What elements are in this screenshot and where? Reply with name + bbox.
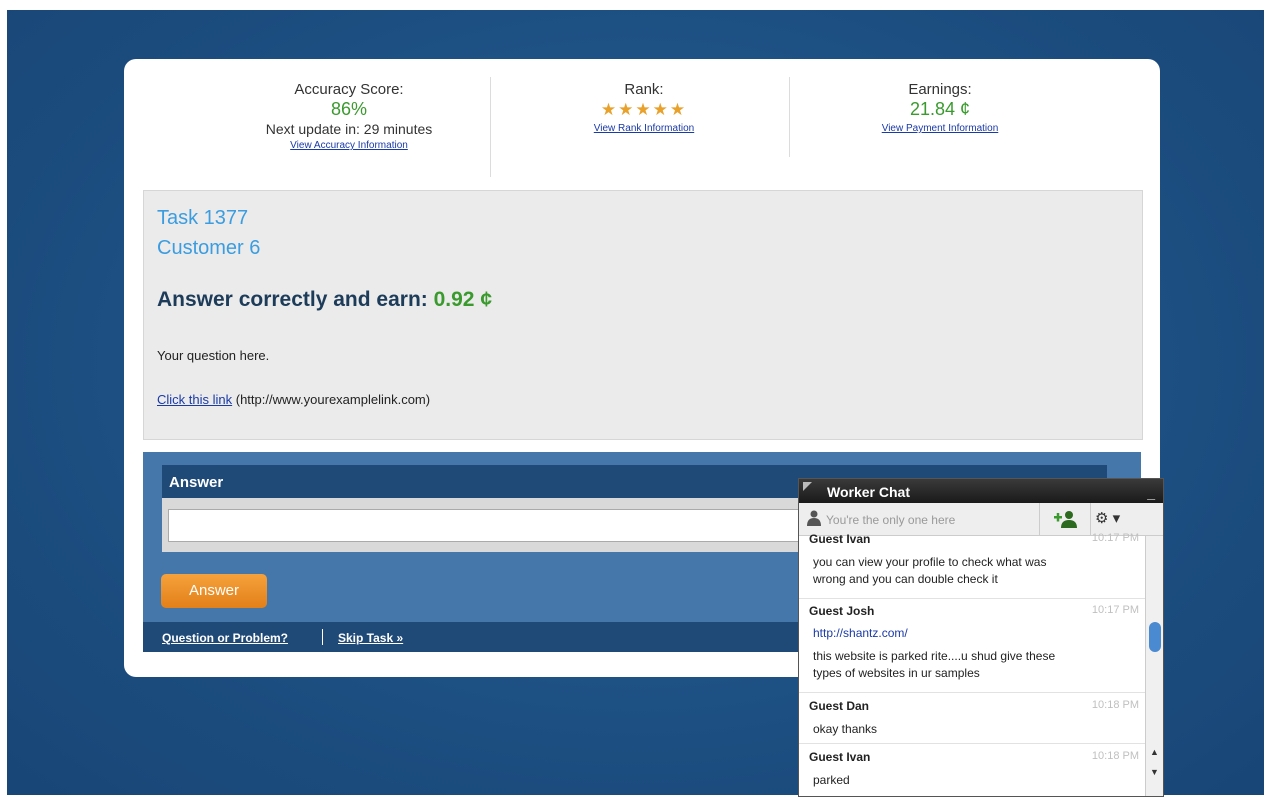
person-icon: [807, 510, 821, 526]
message-text-line: okay thanks: [813, 722, 878, 736]
rank-stat: Rank: ★★★★★ View Rank Information: [544, 81, 744, 134]
accuracy-label: Accuracy Score:: [294, 81, 404, 98]
earn-amount: 0.92 ¢: [433, 288, 492, 311]
message-text-line: types of websites in ur samples: [813, 666, 980, 680]
rank-stars-icon: ★★★★★: [600, 100, 688, 119]
stats-divider: [490, 77, 491, 177]
view-rank-link[interactable]: View Rank Information: [544, 123, 744, 134]
scroll-down-icon[interactable]: ▼: [1150, 767, 1159, 777]
earn-heading: Answer correctly and earn: 0.92 ¢: [157, 288, 492, 312]
message-author: Guest Josh: [809, 604, 875, 618]
accuracy-stat: Accuracy Score: 86% Next update in: 29 m…: [224, 81, 474, 151]
task-link[interactable]: Click this link: [157, 392, 232, 407]
message-author: Guest Dan: [809, 699, 870, 713]
answer-button[interactable]: Answer: [161, 574, 267, 608]
question-text: Your question here.: [157, 348, 270, 363]
task-panel: Task 1377 Customer 6 Answer correctly an…: [143, 190, 1143, 440]
message-time: 10:17 PM: [1091, 604, 1139, 616]
worker-chat-window: Worker Chat _ You're the only one here ⚙…: [798, 478, 1164, 797]
chat-message: Guest Ivan 10:17 PM you can view your pr…: [799, 532, 1145, 599]
message-author: Guest Ivan: [809, 532, 871, 546]
settings-gear-icon[interactable]: ⚙ ▾: [1095, 509, 1120, 527]
rank-label: Rank:: [624, 81, 664, 98]
scroll-up-icon[interactable]: ▲: [1150, 747, 1159, 757]
resize-corner-icon[interactable]: [803, 482, 812, 491]
skip-task-link[interactable]: Skip Task »: [338, 631, 403, 645]
chat-title: Worker Chat: [827, 484, 910, 500]
message-text-line: you can view your profile to check what …: [813, 555, 1047, 569]
chat-message-list: Guest Ivan 10:17 PM you can view your pr…: [799, 532, 1145, 796]
minimize-button[interactable]: _: [1147, 485, 1155, 501]
view-accuracy-link[interactable]: View Accuracy Information: [224, 140, 474, 151]
view-payment-link[interactable]: View Payment Information: [840, 123, 1040, 134]
chat-scrollbar[interactable]: ▲ ▼: [1145, 536, 1163, 796]
accuracy-value: 86%: [330, 99, 368, 119]
earnings-stat: Earnings: 21.84 ¢ View Payment Informati…: [840, 81, 1040, 134]
question-problem-link[interactable]: Question or Problem?: [162, 631, 288, 645]
scrollbar-thumb[interactable]: [1149, 622, 1161, 652]
earnings-label: Earnings:: [908, 81, 972, 98]
message-time: 10:18 PM: [1091, 750, 1139, 762]
message-time: 10:17 PM: [1091, 532, 1139, 544]
stats-bar: Accuracy Score: 86% Next update in: 29 m…: [124, 59, 1160, 189]
next-update-text: Next update in: 29 minutes: [265, 121, 433, 137]
earn-label: Answer correctly and earn:: [157, 288, 428, 311]
chat-presence-text: You're the only one here: [826, 513, 956, 527]
message-author: Guest Ivan: [809, 750, 871, 764]
footer-separator: [322, 629, 323, 645]
message-text-line: parked: [813, 773, 850, 787]
add-user-button[interactable]: [1039, 503, 1091, 535]
add-user-icon: [1054, 511, 1077, 528]
task-link-url: (http://www.yourexamplelink.com): [235, 392, 431, 407]
stats-divider: [789, 77, 790, 157]
message-time: 10:18 PM: [1091, 699, 1139, 711]
chat-message: Guest Dan 10:18 PM okay thanks: [799, 699, 1145, 744]
answer-header-label: Answer: [169, 474, 224, 491]
task-title: Task 1377: [157, 207, 249, 229]
customer-name: Customer 6: [157, 237, 261, 259]
chat-message: Guest Josh 10:17 PM http://shantz.com/ t…: [799, 604, 1145, 693]
earnings-value: 21.84 ¢: [909, 99, 971, 119]
chat-message: Guest Ivan 10:18 PM parked: [799, 750, 1145, 796]
chat-titlebar[interactable]: Worker Chat _: [799, 479, 1163, 503]
task-link-row: Click this link (http://www.yourexamplel…: [157, 392, 430, 407]
message-link[interactable]: http://shantz.com/: [813, 626, 908, 640]
message-text-line: wrong and you can double check it: [813, 572, 998, 586]
message-text-line: this website is parked rite....u shud gi…: [813, 649, 1056, 663]
